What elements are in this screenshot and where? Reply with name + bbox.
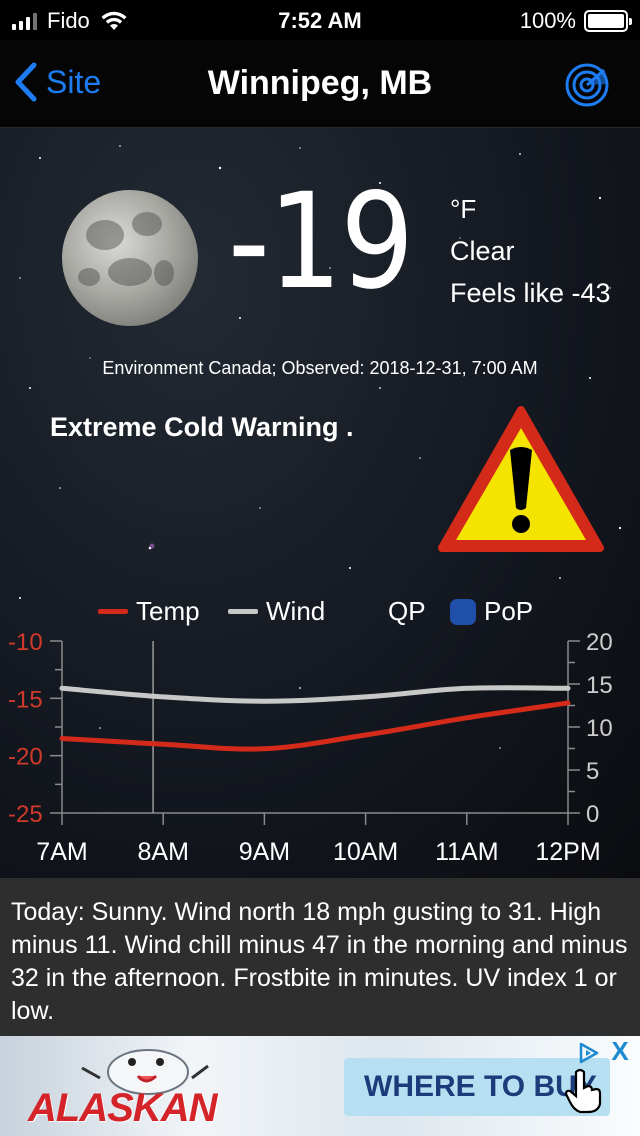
page-title: Winnipeg, MB xyxy=(207,64,433,102)
x-tick-label: 7AM xyxy=(36,838,87,866)
left-tick-label: -25 xyxy=(8,801,43,828)
ad-close-button[interactable]: X xyxy=(608,1038,632,1064)
weather-warning-link[interactable]: Extreme Cold Warning . xyxy=(50,412,354,443)
right-tick-label: 5 xyxy=(586,758,599,785)
series-temp-line xyxy=(59,700,571,752)
warning-triangle-icon[interactable] xyxy=(436,404,606,556)
hourly-chart: -10 -15 -20 -25 20 15 10 5 0 7AM 8AM 9AM 10AM 11AM 12P… xyxy=(8,629,613,866)
status-bar: Fido 7:52 AM 100% xyxy=(0,0,640,40)
right-tick-label: 15 xyxy=(586,672,613,699)
pop-swatch xyxy=(450,598,476,625)
ad-brand-logo: ALASKAN xyxy=(28,1086,218,1130)
x-tick-label: 10AM xyxy=(333,838,398,866)
right-tick-label: 20 xyxy=(586,629,613,656)
left-tick-label: -15 xyxy=(8,686,43,713)
x-tick-label: 12PM xyxy=(535,838,600,866)
current-conditions-panel: -19 °F Clear Feels like -43 Environment … xyxy=(0,128,640,878)
nav-bar: Site Winnipeg, MB xyxy=(0,40,640,128)
left-tick-label: -20 xyxy=(8,744,43,771)
adchoices-icon[interactable] xyxy=(578,1042,600,1064)
ad-cta-label: WHERE TO BUY xyxy=(364,1070,597,1103)
observation-source: Environment Canada; Observed: 2018-12-31… xyxy=(102,358,538,378)
right-tick-label: 0 xyxy=(586,801,599,828)
x-tick-label: 11AM xyxy=(435,838,498,866)
feels-like: Feels like -43 xyxy=(450,278,611,308)
status-right: 100% xyxy=(519,8,632,34)
ad-where-to-buy-button[interactable]: WHERE TO BUY xyxy=(344,1058,610,1116)
forecast-text: Today: Sunny. Wind north 18 mph gusting … xyxy=(0,878,640,1036)
battery-icon xyxy=(584,10,632,32)
ad-banner[interactable]: ALASKAN WHERE TO BUY X xyxy=(0,1036,640,1136)
temperature-unit: °F xyxy=(450,194,477,224)
x-tick-label: 8AM xyxy=(137,838,188,866)
left-tick-label: -10 xyxy=(8,629,43,656)
current-temperature: -19 xyxy=(228,165,414,319)
x-tick-label: 9AM xyxy=(239,838,290,866)
current-condition: Clear xyxy=(450,236,515,266)
series-wind-line xyxy=(59,685,571,704)
hand-pointer-icon xyxy=(564,1068,602,1114)
battery-percent: 100% xyxy=(519,8,576,33)
full-moon-icon xyxy=(62,190,198,326)
radar-icon[interactable] xyxy=(564,62,610,108)
right-tick-label: 10 xyxy=(586,715,613,742)
